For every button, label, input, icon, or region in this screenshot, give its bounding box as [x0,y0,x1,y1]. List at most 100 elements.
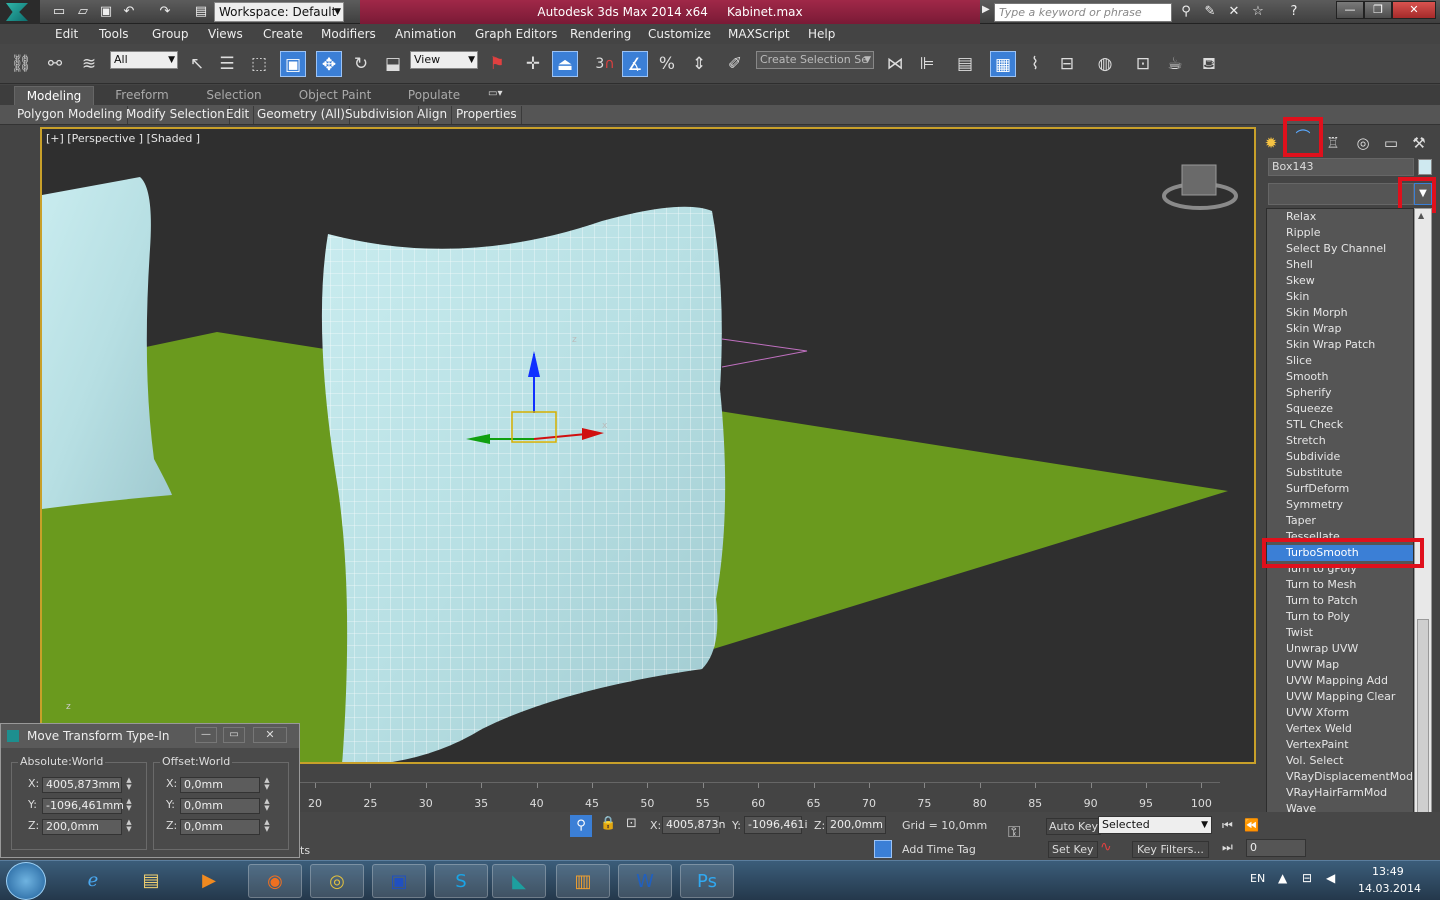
modifier-list-item[interactable]: Skin [1267,289,1413,305]
tab-selection[interactable]: Selection [194,86,274,105]
network-icon[interactable]: ⊟ [1302,871,1312,885]
off-z-field[interactable]: 0,0mm [180,819,260,835]
project-folder-icon[interactable]: ▤ [192,3,210,21]
perspective-viewport[interactable]: [+] [Perspective ] [Shaded ] z x [40,127,1256,764]
menu-views[interactable]: Views [208,26,243,42]
search-expand-icon[interactable]: ▶ [982,4,990,15]
modifier-list-item[interactable]: Spherify [1267,385,1413,401]
menu-customize[interactable]: Customize [648,26,711,42]
modifier-list-item[interactable]: Turn to Poly [1267,609,1413,625]
rectangular-selection-icon[interactable]: ⬚ [246,51,272,77]
workspace-dropdown[interactable]: Workspace: Default ▼ [214,2,344,22]
tab-freeform[interactable]: Freeform [104,86,180,105]
window-crossing-icon[interactable]: ▣ [280,51,306,77]
tab-object-paint[interactable]: Object Paint [290,86,380,105]
key-curve-icon[interactable]: ∿ [1100,839,1112,855]
modifier-list-item[interactable]: Skin Wrap [1267,321,1413,337]
modifier-list-item[interactable]: Twist [1267,625,1413,641]
key-mode-dropdown[interactable]: Selected ▼ [1098,816,1212,834]
tray-expand-icon[interactable]: ▲ [1278,871,1287,885]
add-time-tag-icon[interactable] [874,840,892,858]
start-button-icon[interactable] [6,862,46,900]
modifier-list-item[interactable]: VRayDisplacementMod [1267,769,1413,785]
search-input[interactable]: Type a keyword or phrase [994,3,1172,22]
set-key-button[interactable]: Set Key [1048,841,1098,858]
use-pivot-center-icon[interactable]: ⚑ [484,51,510,77]
viewport-label[interactable]: [+] [Perspective ] [Shaded ] [46,132,200,145]
photoshop-icon[interactable]: Ps [680,864,734,898]
modifier-list-item[interactable]: Skin Morph [1267,305,1413,321]
status-x-field[interactable]: 4005,873n [662,816,725,834]
abs-z-field[interactable]: 200,0mm [42,819,122,835]
dialog-minimize-button[interactable]: — [195,727,217,743]
modifier-list-item[interactable]: Turn to Patch [1267,593,1413,609]
modifier-list-item[interactable]: VRayHairFarmMod [1267,785,1413,801]
off-x-field[interactable]: 0,0mm [180,777,260,793]
clock-date[interactable]: 14.03.2014 [1358,882,1421,895]
angle-snap-toggle-icon[interactable]: ∡ [622,51,648,77]
create-panel-icon[interactable]: ✹ [1258,131,1284,155]
timeline-ruler[interactable]: 20 25 30 35 40 45 50 55 60 65 70 75 80 85 90 95 100 [300,782,1220,810]
modifier-list-item[interactable]: STL Check [1267,417,1413,433]
panel-edit[interactable]: Edit [222,106,255,124]
abs-z-spinner[interactable]: ▲ ▼ [124,819,134,835]
add-time-tag-label[interactable]: Add Time Tag [902,843,976,856]
skype-icon[interactable]: S [434,864,488,898]
modifier-list-item[interactable]: Subdivide [1267,449,1413,465]
clock-time[interactable]: 13:49 [1372,865,1404,878]
display-panel-icon[interactable]: ▭ [1378,131,1404,155]
scroll-up-arrow-icon[interactable]: ▲ [1418,211,1424,220]
modifier-list-item[interactable]: Relax [1267,209,1413,225]
menu-group[interactable]: Group [152,26,189,42]
keyboard-shortcut-override-icon[interactable]: ⏏ [552,51,578,77]
chrome-icon[interactable]: ◎ [310,864,364,898]
modifier-list-item[interactable]: Stretch [1267,433,1413,449]
favorites-star-icon[interactable]: ☆ [1248,3,1268,21]
modifier-list-item[interactable]: UVW Xform [1267,705,1413,721]
material-editor-icon[interactable]: ◍ [1092,51,1118,77]
select-and-scale-icon[interactable]: ⬓ [380,51,406,77]
edit-named-selection-icon[interactable]: ✐ [722,51,748,77]
close-button[interactable]: ✕ [1392,1,1436,19]
modifier-list-item[interactable]: Symmetry [1267,497,1413,513]
select-and-link-icon[interactable]: ⛓ [8,51,34,77]
tab-populate[interactable]: Populate [398,86,470,105]
off-y-spinner[interactable]: ▲ ▼ [262,798,272,814]
modify-panel-icon[interactable]: ⌒ [1283,117,1323,157]
media-player-icon[interactable]: ▶ [182,864,236,898]
select-and-move-icon[interactable]: ✥ [316,51,342,77]
lock-icon[interactable]: 🔒 [600,816,616,831]
render-setup-icon[interactable]: ⊡ [1130,51,1156,77]
scene-explorer-icon[interactable]: ▦ [990,51,1016,77]
volume-icon[interactable]: ◀ [1326,871,1335,885]
hierarchy-panel-icon[interactable]: ♖ [1320,131,1346,155]
menu-help[interactable]: Help [808,26,835,42]
select-and-manipulate-icon[interactable]: ✛ [520,51,546,77]
modifier-list-item[interactable]: UVW Mapping Add [1267,673,1413,689]
chevron-down-icon[interactable]: ▼ [1414,183,1432,205]
dialog-title-bar[interactable]: Move Transform Type-In — ▭ ✕ [1,724,299,748]
photo-viewer-icon[interactable]: ▥ [556,864,610,898]
menu-create[interactable]: Create [263,26,303,42]
set-key-mode-key-icon[interactable]: ⚿ [1008,822,1020,842]
redo-icon[interactable]: ↷ [156,3,174,21]
render-production-icon[interactable]: ⛾ [1196,51,1222,77]
panel-properties[interactable]: Properties [452,106,522,124]
dropdown-scrollbar[interactable]: ▲ ▼ [1414,208,1432,848]
status-y-field[interactable]: -1096,461i [744,816,808,834]
selection-lock-pin-icon[interactable]: ⚲ [570,815,592,837]
modifier-list-item[interactable]: Taper [1267,513,1413,529]
go-to-end-icon[interactable]: ⏭ [1222,840,1233,855]
binoculars-icon[interactable]: ⚲ [1176,3,1196,21]
save-disk-icon[interactable]: ▣ [372,864,426,898]
off-z-spinner[interactable]: ▲ ▼ [262,819,272,835]
ribbon-options-icon[interactable]: ▭▾ [488,88,502,99]
open-file-icon[interactable]: ▱ [74,3,92,21]
panel-polygon-modeling[interactable]: Polygon Modeling [13,106,128,124]
reference-coordinate-dropdown[interactable]: View ▼ [410,51,478,69]
bind-to-space-warp-icon[interactable]: ≋ [76,51,102,77]
modifier-list-item[interactable]: Squeeze [1267,401,1413,417]
mirror-icon[interactable]: ⋈ [882,51,908,77]
viewcube-icon[interactable] [1181,164,1217,196]
modifier-list-item[interactable]: Skew [1267,273,1413,289]
